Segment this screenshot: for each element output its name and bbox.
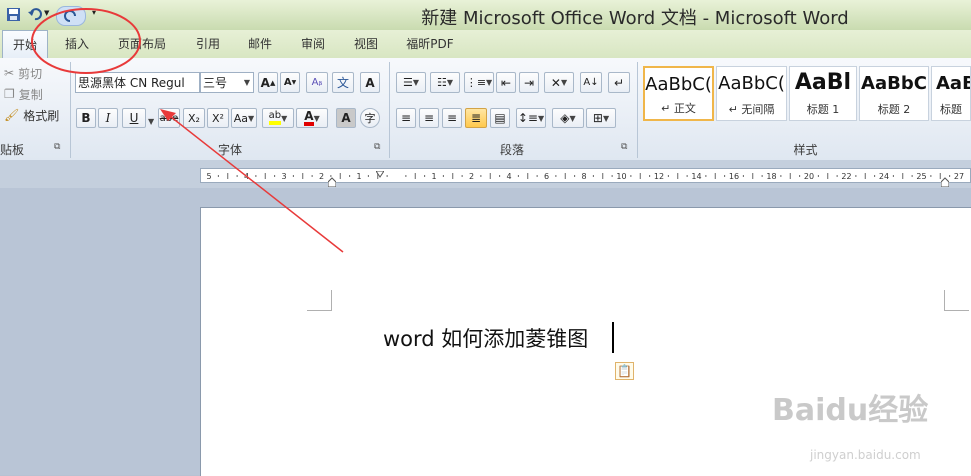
annotation-circle bbox=[31, 8, 141, 74]
annotation-overlay bbox=[31, 8, 344, 253]
annotation-arrow-line bbox=[165, 112, 344, 253]
